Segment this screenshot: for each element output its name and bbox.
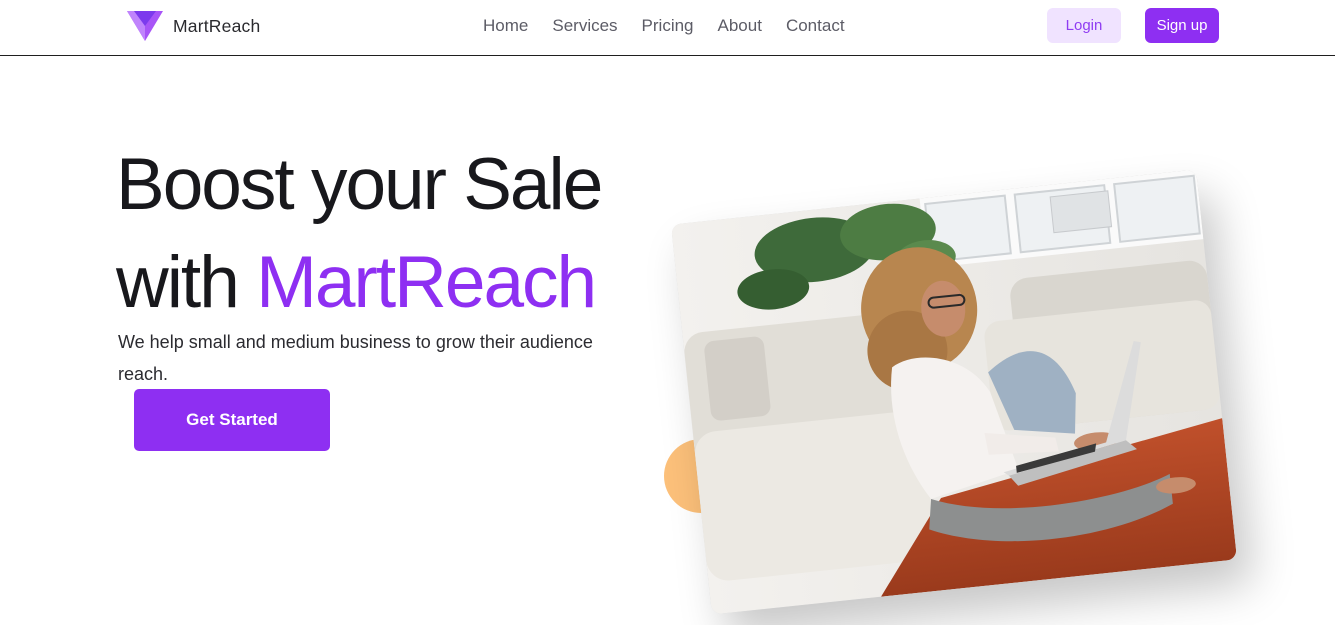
woman-laptop-photo bbox=[670, 169, 1238, 615]
get-started-button[interactable]: Get Started bbox=[134, 389, 330, 451]
brand-logo[interactable]: MartReach bbox=[124, 8, 260, 44]
hero-subtitle: We help small and medium business to gro… bbox=[118, 332, 593, 384]
hero-title-prefix: with bbox=[116, 242, 240, 323]
hero-title-brand: MartReach bbox=[256, 242, 597, 323]
hero-title-line2: with MartReach bbox=[116, 234, 676, 332]
main-nav: Home Services Pricing About Contact bbox=[483, 16, 845, 36]
photo-illustration bbox=[670, 169, 1238, 615]
nav-about[interactable]: About bbox=[718, 16, 762, 36]
top-navbar: MartReach Home Services Pricing About Co… bbox=[0, 0, 1335, 56]
nav-pricing[interactable]: Pricing bbox=[642, 16, 694, 36]
nav-services[interactable]: Services bbox=[552, 16, 617, 36]
hero-title-line1: Boost your Sale bbox=[116, 144, 603, 225]
diamond-gem-icon bbox=[127, 11, 163, 41]
hero-title: Boost your Sale with MartReach bbox=[116, 136, 676, 332]
signup-button[interactable]: Sign up bbox=[1145, 8, 1219, 43]
brand-name: MartReach bbox=[173, 15, 261, 36]
nav-contact[interactable]: Contact bbox=[786, 16, 845, 36]
login-button[interactable]: Login bbox=[1047, 8, 1121, 43]
nav-home[interactable]: Home bbox=[483, 16, 528, 36]
